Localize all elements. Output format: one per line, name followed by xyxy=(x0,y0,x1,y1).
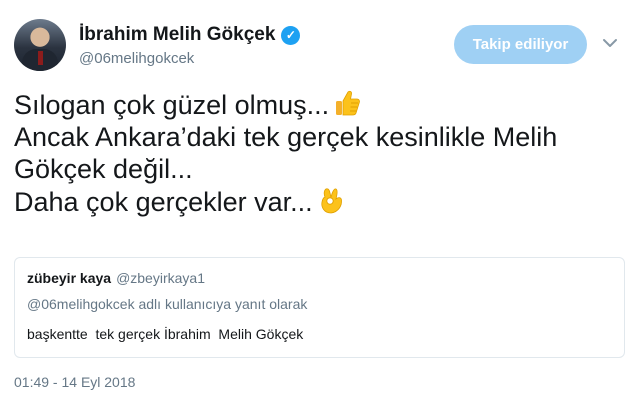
following-button[interactable]: Takip ediliyor xyxy=(454,25,587,64)
avatar-tie-shape xyxy=(38,51,43,65)
tweet-line: Ancak Ankara’daki tek gerçek kesinlikle … xyxy=(14,122,558,152)
quoted-tweet[interactable]: zübeyir kaya @zbeyirkaya1 @06melihgokcek… xyxy=(14,257,625,358)
tweet-line: Gökçek değil... xyxy=(14,154,193,184)
tweet-line: Sılogan çok güzel olmuş... xyxy=(14,88,626,121)
quoted-reply-context: @06melihgokcek adlı kullanıcıya yanıt ol… xyxy=(27,296,308,312)
quoted-author-name: zübeyir kaya xyxy=(27,270,112,286)
quoted-author-row: zübeyir kaya @zbeyirkaya1 xyxy=(27,270,205,286)
thumbs-up-icon xyxy=(336,90,361,116)
tweet-timestamp[interactable]: 01:49 - 14 Eyl 2018 xyxy=(14,374,135,390)
author-handle[interactable]: @06melihgokcek xyxy=(79,50,194,67)
tweet-line-text: Sılogan çok güzel olmuş... xyxy=(14,90,330,120)
chevron-down-icon[interactable] xyxy=(600,33,620,53)
tweet-card: İbrahim Melih Gökçek ✓ @06melihgokcek Ta… xyxy=(0,0,639,401)
author-name[interactable]: İbrahim Melih Gökçek xyxy=(79,24,275,46)
quoted-author-handle: @zbeyirkaya1 xyxy=(116,270,205,286)
tweet-text: Sılogan çok güzel olmuş... Ancak Ankara’… xyxy=(14,88,626,218)
ok-hand-icon xyxy=(321,188,342,214)
author-name-row[interactable]: İbrahim Melih Gökçek ✓ xyxy=(79,24,301,46)
avatar[interactable] xyxy=(14,19,66,71)
quoted-tweet-text: başkentte tek gerçek İbrahim Melih Gökçe… xyxy=(27,326,304,342)
tweet-line: Daha çok gerçekler var... xyxy=(14,185,626,218)
tweet-line-text: Daha çok gerçekler var... xyxy=(14,187,313,217)
verified-badge-icon: ✓ xyxy=(281,25,301,45)
